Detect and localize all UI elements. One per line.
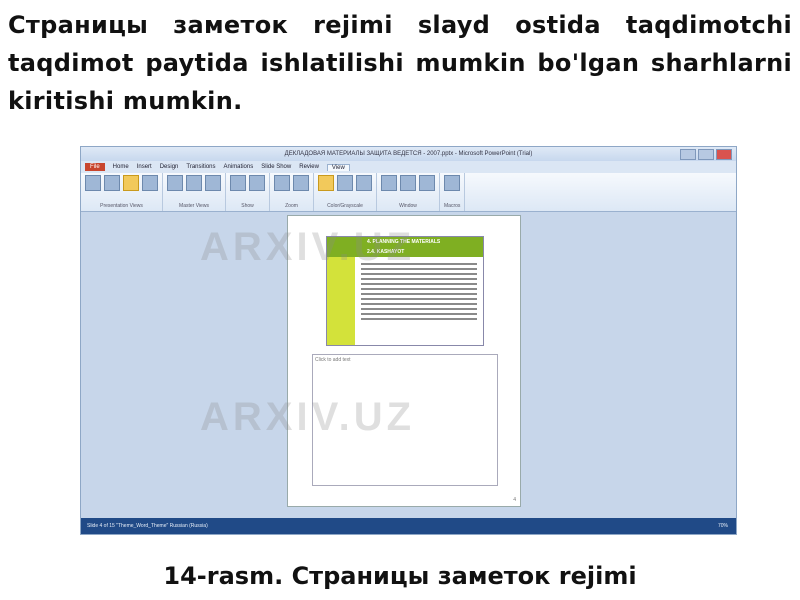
page-number: 4 bbox=[513, 497, 516, 503]
taskbar: Slide 4 of 15 "Theme_Word_Theme" Russian… bbox=[81, 518, 736, 534]
notes-page-icon bbox=[123, 175, 139, 191]
tab-animations: Animations bbox=[223, 164, 254, 170]
close-icon bbox=[716, 149, 732, 160]
ribbon-group-macros: Macros bbox=[440, 173, 466, 211]
notes-master-icon bbox=[205, 175, 221, 191]
watermark: ARXIV.UZ bbox=[200, 225, 416, 269]
switch-windows-icon bbox=[419, 175, 435, 191]
tab-insert: Insert bbox=[136, 164, 152, 170]
slide-side-band bbox=[327, 257, 355, 345]
ribbon-tabs: File Home Insert Design Transitions Anim… bbox=[81, 161, 736, 173]
black-white-icon bbox=[356, 175, 372, 191]
slide-sorter-icon bbox=[104, 175, 120, 191]
ribbon-group-label: Zoom bbox=[285, 203, 298, 209]
reading-view-icon bbox=[142, 175, 158, 191]
tab-slide-show: Slide Show bbox=[261, 164, 292, 170]
minimize-icon bbox=[680, 149, 696, 160]
slide-text-lines bbox=[361, 263, 477, 323]
ribbon-group-label: Presentation Views bbox=[100, 203, 143, 209]
figure-caption: 14-rasm. Страницы заметок rejimi bbox=[163, 562, 637, 590]
body-paragraph: Страницы заметок rejimi slayd ostida taq… bbox=[8, 11, 792, 115]
tab-design: Design bbox=[159, 164, 179, 170]
slide-master-icon bbox=[167, 175, 183, 191]
ribbon-group-label: Show bbox=[241, 203, 254, 209]
ribbon-group-show: Show bbox=[226, 173, 270, 211]
normal-view-icon bbox=[85, 175, 101, 191]
new-window-icon bbox=[381, 175, 397, 191]
tab-file: File bbox=[85, 163, 105, 171]
ribbon-group-label: Master Views bbox=[179, 203, 209, 209]
notes-placeholder: Click to add text bbox=[315, 357, 351, 363]
color-icon bbox=[318, 175, 334, 191]
status-text: Slide 4 of 15 "Theme_Word_Theme" Russian… bbox=[87, 523, 208, 529]
ribbon-group-presentation-views: Presentation Views bbox=[81, 173, 163, 211]
maximize-icon bbox=[698, 149, 714, 160]
tab-view: View bbox=[326, 163, 350, 171]
tab-transitions: Transitions bbox=[186, 164, 216, 170]
window-controls bbox=[680, 149, 732, 160]
ribbon-group-master-views: Master Views bbox=[163, 173, 226, 211]
powerpoint-screenshot: ДЕКЛАДОВАЯ МАТЕРИАЛЫ ЗАЩИТА ВЕДЕТСЯ - 20… bbox=[80, 146, 737, 535]
macros-icon bbox=[444, 175, 460, 191]
ribbon-group-color: Color/Grayscale bbox=[314, 173, 377, 211]
ribbon-group-zoom: Zoom bbox=[270, 173, 314, 211]
tab-review: Review bbox=[299, 164, 319, 170]
ribbon-group-label: Macros bbox=[444, 203, 461, 209]
watermark: ARXIV.UZ bbox=[200, 395, 416, 439]
window-titlebar: ДЕКЛАДОВАЯ МАТЕРИАЛЫ ЗАЩИТА ВЕДЕТСЯ - 20… bbox=[81, 147, 736, 161]
ribbon: Presentation Views Master Views Show Zoo… bbox=[81, 173, 736, 212]
zoom-icon bbox=[274, 175, 290, 191]
ribbon-group-label: Window bbox=[399, 203, 417, 209]
gridlines-icon bbox=[249, 175, 265, 191]
ruler-icon bbox=[230, 175, 246, 191]
tab-home: Home bbox=[112, 164, 129, 170]
window-title: ДЕКЛАДОВАЯ МАТЕРИАЛЫ ЗАЩИТА ВЕДЕТСЯ - 20… bbox=[284, 151, 533, 157]
fit-window-icon bbox=[293, 175, 309, 191]
ribbon-group-window: Window bbox=[377, 173, 440, 211]
handout-master-icon bbox=[186, 175, 202, 191]
grayscale-icon bbox=[337, 175, 353, 191]
ribbon-group-label: Color/Grayscale bbox=[327, 203, 363, 209]
zoom-level: 70% bbox=[717, 523, 728, 529]
arrange-all-icon bbox=[400, 175, 416, 191]
